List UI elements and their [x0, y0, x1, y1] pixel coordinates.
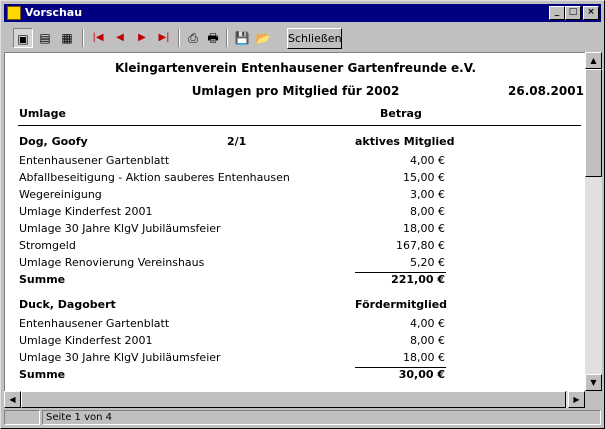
column-header-betrag: Betrag: [380, 107, 422, 120]
maximize-button[interactable]: □: [565, 6, 581, 20]
item-amount: 167,80 €: [396, 239, 445, 252]
item-amount: 8,00 €: [410, 205, 445, 218]
report-subtitle: Umlagen pro Mitglied für 2002: [191, 84, 400, 98]
scroll-up-icon[interactable]: ▲: [585, 52, 602, 69]
item-label: Entenhausener Gartenblatt: [19, 154, 170, 167]
sum-label: Summe: [19, 273, 66, 286]
previous-page-icon[interactable]: ◀: [110, 28, 130, 48]
scrollbar-corner: [585, 391, 602, 408]
scroll-down-icon[interactable]: ▼: [585, 374, 602, 391]
open-folder-icon[interactable]: 📂: [253, 28, 273, 48]
preview-window: Vorschau _ □ × ▣ ▤ ▦ |◀ ◀ ▶ ▶| ⎙ 🖶 💾 📂 S…: [0, 0, 605, 429]
first-page-icon[interactable]: |◀: [88, 28, 108, 48]
item-label: Umlage Kinderfest 2001: [19, 205, 153, 218]
item-label: Wegereinigung: [19, 188, 102, 201]
column-header-umlage: Umlage: [19, 107, 66, 120]
item-label: Entenhausener Gartenblatt: [19, 317, 170, 330]
item-label: Umlage 30 Jahre KlgV Jubiläumsfeier: [19, 222, 221, 235]
vertical-scroll-thumb[interactable]: [585, 69, 602, 177]
scroll-right-icon[interactable]: ▶: [568, 391, 585, 408]
header-rule: [18, 125, 581, 126]
item-amount: 18,00 €: [403, 351, 445, 364]
last-page-icon[interactable]: ▶|: [154, 28, 174, 48]
status-cell-empty: [4, 410, 40, 425]
item-amount: 18,00 €: [403, 222, 445, 235]
item-amount: 5,20 €: [410, 256, 445, 269]
report-org-title: Kleingartenverein Entenhausener Gartenfr…: [114, 61, 477, 75]
one-page-view-icon[interactable]: ▣: [13, 28, 33, 48]
member-code: 2/1: [227, 135, 247, 148]
member-name: Dog, Goofy: [19, 135, 88, 148]
item-label: Abfallbeseitigung - Aktion sauberes Ente…: [19, 171, 290, 184]
toolbar-separator: [178, 29, 180, 47]
horizontal-scroll-thumb[interactable]: [21, 391, 566, 408]
item-amount: 4,00 €: [410, 317, 445, 330]
save-icon[interactable]: 💾: [232, 28, 252, 48]
toolbar-separator: [82, 29, 84, 47]
item-amount: 8,00 €: [410, 334, 445, 347]
report-date: 26.08.2001: [508, 84, 584, 98]
print-icon[interactable]: 🖶: [203, 28, 223, 48]
full-page-view-icon[interactable]: ▦: [57, 28, 77, 48]
app-icon: [7, 6, 21, 20]
close-window-button[interactable]: ×: [583, 6, 599, 20]
item-amount: 3,00 €: [410, 188, 445, 201]
report-page[interactable]: Kleingartenverein Entenhausener Gartenfr…: [4, 52, 585, 391]
vertical-scrollbar[interactable]: ▲ ▼: [585, 52, 602, 391]
member-status: aktives Mitglied: [355, 135, 455, 148]
next-page-icon[interactable]: ▶: [132, 28, 152, 48]
item-label: Umlage 30 Jahre KlgV Jubiläumsfeier: [19, 351, 221, 364]
member-status: Fördermitglied: [355, 298, 448, 311]
printer-setup-icon[interactable]: ⎙: [183, 28, 203, 48]
item-label: Umlage Kinderfest 2001: [19, 334, 153, 347]
sum-amount: 221,00 €: [391, 273, 445, 286]
page-indicator: Seite 1 von 4: [42, 410, 601, 425]
minimize-button[interactable]: _: [549, 6, 565, 20]
item-label: Umlage Renovierung Vereinshaus: [19, 256, 205, 269]
status-bar: Seite 1 von 4: [4, 410, 601, 426]
item-amount: 15,00 €: [403, 171, 445, 184]
item-label: Stromgeld: [19, 239, 76, 252]
close-preview-button[interactable]: Schließen: [287, 28, 342, 49]
member-name: Duck, Dagobert: [19, 298, 116, 311]
sum-label: Summe: [19, 368, 66, 381]
scroll-left-icon[interactable]: ◀: [4, 391, 21, 408]
window-title: Vorschau: [25, 6, 83, 19]
horizontal-scrollbar[interactable]: ◀ ▶: [4, 391, 585, 408]
sum-amount: 30,00 €: [398, 368, 445, 381]
item-amount: 4,00 €: [410, 154, 445, 167]
title-bar: Vorschau _ □ ×: [4, 4, 601, 22]
page-width-view-icon[interactable]: ▤: [35, 28, 55, 48]
toolbar: ▣ ▤ ▦ |◀ ◀ ▶ ▶| ⎙ 🖶 💾 📂 Schließen: [4, 25, 601, 51]
toolbar-separator: [226, 29, 228, 47]
